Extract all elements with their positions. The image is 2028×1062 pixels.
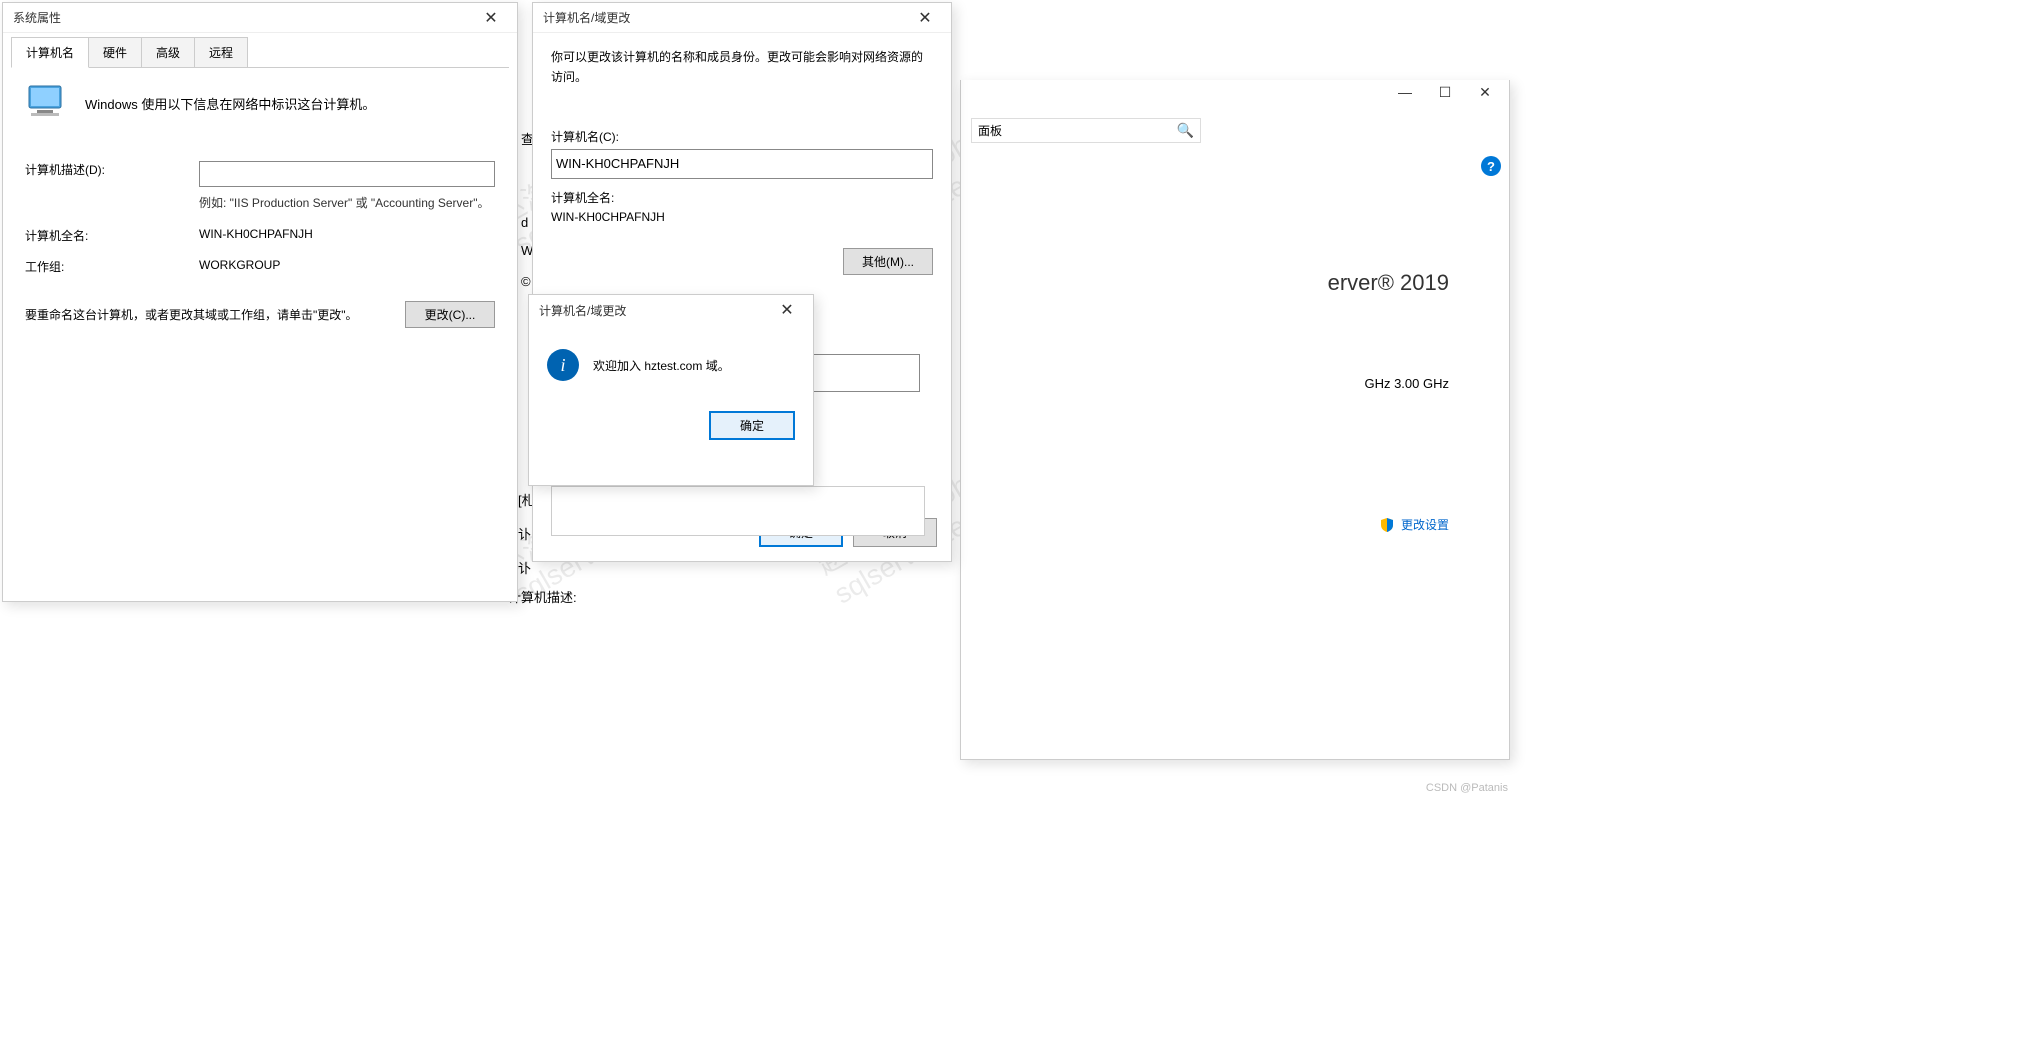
workgroup-label: 工作组:	[25, 258, 185, 275]
panel-label: 面板	[978, 122, 1002, 139]
tab-remote[interactable]: 远程	[194, 37, 248, 68]
cpu-ghz-text: GHz 3.00 GHz	[1364, 376, 1449, 391]
intro-text: 你可以更改该计算机的名称和成员身份。更改可能会影响对网络资源的访问。	[551, 47, 933, 88]
fullname-value: WIN-KH0CHPAFNJH	[551, 210, 933, 224]
welcome-msgbox: 计算机名/域更改 ✕ i 欢迎加入 hztest.com 域。 确定	[528, 294, 814, 486]
bg-partial: 计算机描述:	[508, 587, 577, 606]
change-settings-text: 更改设置	[1401, 516, 1449, 533]
computer-icon	[25, 82, 71, 125]
titlebar: 计算机名/域更改 ✕	[533, 3, 951, 33]
more-button[interactable]: 其他(M)...	[843, 248, 933, 275]
change-settings-link[interactable]: 更改设置	[1379, 516, 1449, 533]
maximize-button[interactable]: ☐	[1425, 84, 1465, 101]
computer-name-input[interactable]	[551, 149, 933, 179]
change-button[interactable]: 更改(C)...	[405, 301, 495, 328]
bg-system-window: — ☐ ✕ 面板 🔍 ? erver® 2019 GHz 3.00 GHz 更改…	[960, 80, 1510, 760]
minimize-button[interactable]: —	[1385, 84, 1425, 101]
tab-advanced[interactable]: 高级	[141, 37, 195, 68]
rename-text: 要重命名这台计算机，或者更改其域或工作组，请单击"更改"。	[25, 305, 391, 325]
bg-partial: 讣	[518, 524, 531, 543]
dialog-title: 计算机名/域更改	[543, 9, 630, 26]
titlebar: 计算机名/域更改 ✕	[529, 295, 813, 325]
bg-partial: d	[521, 215, 528, 230]
tabbar: 计算机名 硬件 高级 远程	[3, 33, 517, 68]
desc-hint: 例如: "IIS Production Server" 或 "Accountin…	[199, 193, 495, 213]
workgroup-value: WORKGROUP	[199, 258, 495, 272]
tab-body: Windows 使用以下信息在网络中标识这台计算机。 计算机描述(D): 例如:…	[11, 67, 509, 356]
csdn-credit: CSDN @Patanis	[1426, 782, 1508, 794]
close-button[interactable]: ✕	[905, 8, 945, 28]
close-button[interactable]: ✕	[767, 300, 807, 320]
help-icon[interactable]: ?	[1481, 156, 1501, 176]
desc-label: 计算机描述(D):	[25, 161, 185, 178]
tab-hardware[interactable]: 硬件	[88, 37, 142, 68]
msg-text: 欢迎加入 hztest.com 域。	[593, 357, 730, 374]
close-button[interactable]: ✕	[471, 8, 511, 28]
tab-computer-name[interactable]: 计算机名	[11, 37, 89, 68]
close-button[interactable]: ✕	[1465, 84, 1505, 101]
shield-icon	[1379, 517, 1395, 533]
window-controls: — ☐ ✕	[1385, 84, 1505, 101]
system-properties-dialog: 系统属性 ✕ 计算机名 硬件 高级 远程 Windows 使用以下信息在网络中标…	[2, 2, 518, 602]
computer-name-label: 计算机名(C):	[551, 128, 933, 145]
dialog-title: 计算机名/域更改	[539, 302, 626, 319]
intro-text: Windows 使用以下信息在网络中标识这台计算机。	[85, 94, 375, 113]
desc-input[interactable]	[199, 161, 495, 187]
fullname-label: 计算机全名:	[551, 189, 933, 206]
server-version-text: erver® 2019	[1328, 270, 1449, 296]
fullname-value: WIN-KH0CHPAFNJH	[199, 227, 495, 241]
search-icon: 🔍	[1177, 122, 1194, 139]
ok-button[interactable]: 确定	[709, 411, 795, 440]
fullname-label: 计算机全名:	[25, 227, 185, 244]
titlebar: 系统属性 ✕	[3, 3, 517, 33]
bg-partial: ©	[521, 274, 531, 289]
bg-partial: 讣	[518, 558, 531, 577]
panel-search[interactable]: 面板 🔍	[971, 118, 1201, 143]
info-icon: i	[547, 349, 579, 381]
dialog-title: 系统属性	[13, 9, 61, 26]
member-of-groupbox	[551, 486, 925, 536]
